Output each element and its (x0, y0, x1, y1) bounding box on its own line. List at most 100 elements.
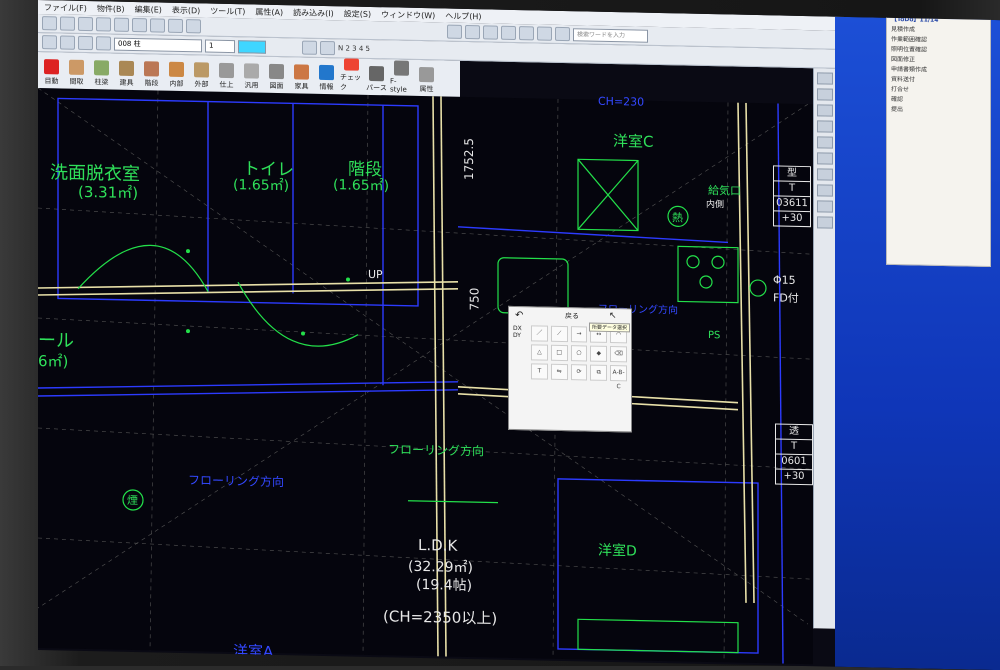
house-icon[interactable] (465, 24, 480, 40)
menu-help[interactable]: ヘルプ(H) (445, 10, 481, 22)
line-width-select[interactable]: 1 (205, 38, 235, 53)
snap-icon[interactable] (302, 40, 317, 55)
snap-numbers[interactable]: N 2 3 4 5 (338, 44, 370, 53)
mirror-tool-icon[interactable]: ⇋ (550, 363, 568, 381)
ribbon-button-12[interactable]: チェック (340, 58, 363, 92)
ribbon-label: チェック (340, 73, 361, 92)
ribbon-button-9[interactable]: 図面 (265, 57, 288, 91)
open-file-icon[interactable] (60, 16, 75, 31)
ribbon-button-8[interactable]: 汎用 (240, 56, 263, 90)
triangle-icon[interactable] (537, 26, 552, 41)
layer-icon[interactable] (501, 25, 516, 41)
flooring-direction-2: フローリング方向 (188, 473, 285, 490)
print-icon[interactable] (96, 17, 111, 32)
ribbon-button-4[interactable]: 階段 (140, 54, 163, 88)
side-tool-5-icon[interactable] (817, 136, 833, 149)
ribbon-label: 仕上 (219, 80, 234, 90)
color-select[interactable] (238, 39, 266, 54)
copy-tool-icon[interactable]: ⧉ (590, 364, 608, 381)
menu-tools[interactable]: ツール(T) (210, 5, 245, 17)
notepad-line: 提出 (891, 105, 904, 114)
ribbon-label: 外部 (194, 80, 209, 89)
cut-icon[interactable] (150, 18, 165, 33)
polyline-tool-icon[interactable]: ⟋ (550, 325, 568, 343)
grid-icon[interactable] (483, 25, 498, 40)
ribbon-label: 階段 (144, 79, 159, 88)
ribbon-button-2[interactable]: 柱梁 (90, 53, 113, 87)
ribbon-button-13[interactable]: パース (365, 59, 388, 93)
ribbon-icon-2 (94, 60, 109, 76)
side-tool-1-icon[interactable] (817, 72, 833, 85)
search-input[interactable]: 検索ワードを入力 (573, 27, 648, 43)
menu-edit[interactable]: 編集(E) (135, 4, 162, 16)
cad-canvas[interactable]: 洗面脱衣室 (3.31㎡) トイレ (1.65㎡) 階段 (1.65㎡) ール … (38, 88, 813, 665)
hand-icon[interactable] (42, 35, 57, 50)
triangle-tool-icon[interactable]: △ (531, 344, 548, 361)
room-kaidan-area: (1.65㎡) (333, 177, 390, 195)
refresh-icon[interactable] (555, 26, 570, 42)
ribbon-button-1[interactable]: 間取 (65, 53, 88, 87)
ribbon-icon-15 (419, 66, 434, 83)
ribbon-button-0[interactable]: 目動 (40, 52, 63, 86)
circle-tool-icon[interactable]: ○ (570, 345, 588, 362)
text-tool-icon[interactable]: T (531, 363, 548, 380)
select-icon[interactable] (60, 35, 75, 50)
side-tool-3-icon[interactable] (817, 104, 833, 117)
line-tool-icon[interactable]: ／ (531, 325, 548, 342)
menu-project[interactable]: 物件(B) (97, 3, 125, 15)
ribbon-button-5[interactable]: 内部 (165, 55, 188, 89)
room-hall-partial: ール (38, 330, 74, 352)
drawing-tool-palette[interactable]: ↶ 戻る ↖ DX DY ／ ⟋ → ↔ ◠ △ □ ○ ◆ ⌫ T ⇋ ⟳ ⧉… (508, 305, 632, 433)
erase-tool-icon[interactable]: ⌫ (610, 345, 627, 363)
side-tool-9-icon[interactable] (817, 200, 833, 213)
abc-tool[interactable]: A-B-C (610, 364, 627, 390)
rect-tool-icon[interactable]: □ (550, 344, 568, 362)
menu-file[interactable]: ファイル(F) (44, 2, 87, 14)
layer-color-icon[interactable] (96, 36, 111, 51)
side-tool-7-icon[interactable] (817, 168, 833, 181)
ribbon-label: 間取 (69, 77, 84, 86)
layer-select[interactable]: 008 柱 (114, 37, 202, 52)
ribbon-button-11[interactable]: 情報 (315, 58, 338, 92)
palette-back-button[interactable]: 戻る (565, 311, 579, 321)
room-ldk: L.D.K (418, 535, 458, 555)
cursor-icon[interactable]: ↖ (609, 311, 617, 321)
copy-icon[interactable] (168, 18, 183, 34)
view-3d-icon[interactable] (447, 24, 462, 39)
side-tool-6-icon[interactable] (817, 152, 833, 165)
arrow-tool-icon[interactable]: → (570, 326, 588, 343)
room-toilet-area: (1.65㎡) (233, 177, 290, 195)
layer-lock-icon[interactable] (78, 35, 93, 51)
menu-view[interactable]: 表示(D) (172, 4, 200, 16)
ribbon-button-6[interactable]: 外部 (190, 55, 213, 89)
side-tool-2-icon[interactable] (817, 88, 833, 101)
ps-label: PS (708, 330, 721, 342)
undo-icon[interactable]: ↶ (515, 310, 523, 321)
dimension-750: 750 (467, 287, 482, 311)
fill-tool-icon[interactable]: ◆ (590, 345, 608, 362)
ribbon-button-7[interactable]: 仕上 (215, 56, 238, 90)
side-tool-4-icon[interactable] (817, 120, 833, 133)
undo-icon[interactable] (114, 17, 129, 32)
paste-icon[interactable] (186, 19, 201, 34)
new-file-icon[interactable] (42, 16, 57, 31)
menu-settings[interactable]: 設定(S) (344, 8, 371, 20)
ribbon-label: 内部 (169, 79, 184, 89)
ribbon-button-3[interactable]: 建具 (115, 54, 138, 88)
ribbon-button-15[interactable]: 属性 (415, 60, 438, 94)
redo-icon[interactable] (132, 17, 147, 33)
zoom-icon[interactable] (519, 26, 534, 41)
save-icon[interactable] (78, 16, 93, 32)
menu-import[interactable]: 読み込み(I) (293, 7, 334, 19)
side-tool-8-icon[interactable] (817, 184, 833, 197)
rotate-tool-icon[interactable]: ⟳ (570, 364, 588, 381)
menu-attribute[interactable]: 属性(A) (255, 6, 283, 18)
ribbon-button-10[interactable]: 家具 (290, 57, 313, 91)
side-tool-10-icon[interactable] (817, 216, 833, 229)
notepad-window[interactable]: 【ToDo】11/14 見積作成 作業範囲確認 照明位置確認 図面修正 申請書類作成 資料… (886, 9, 991, 267)
menu-window[interactable]: ウィンドウ(W) (381, 9, 435, 21)
ribbon-label: F-style (390, 77, 407, 94)
ribbon-label: 属性 (419, 84, 434, 94)
snap-point-icon[interactable] (320, 40, 335, 56)
ribbon-button-14[interactable]: F-style (390, 59, 413, 94)
